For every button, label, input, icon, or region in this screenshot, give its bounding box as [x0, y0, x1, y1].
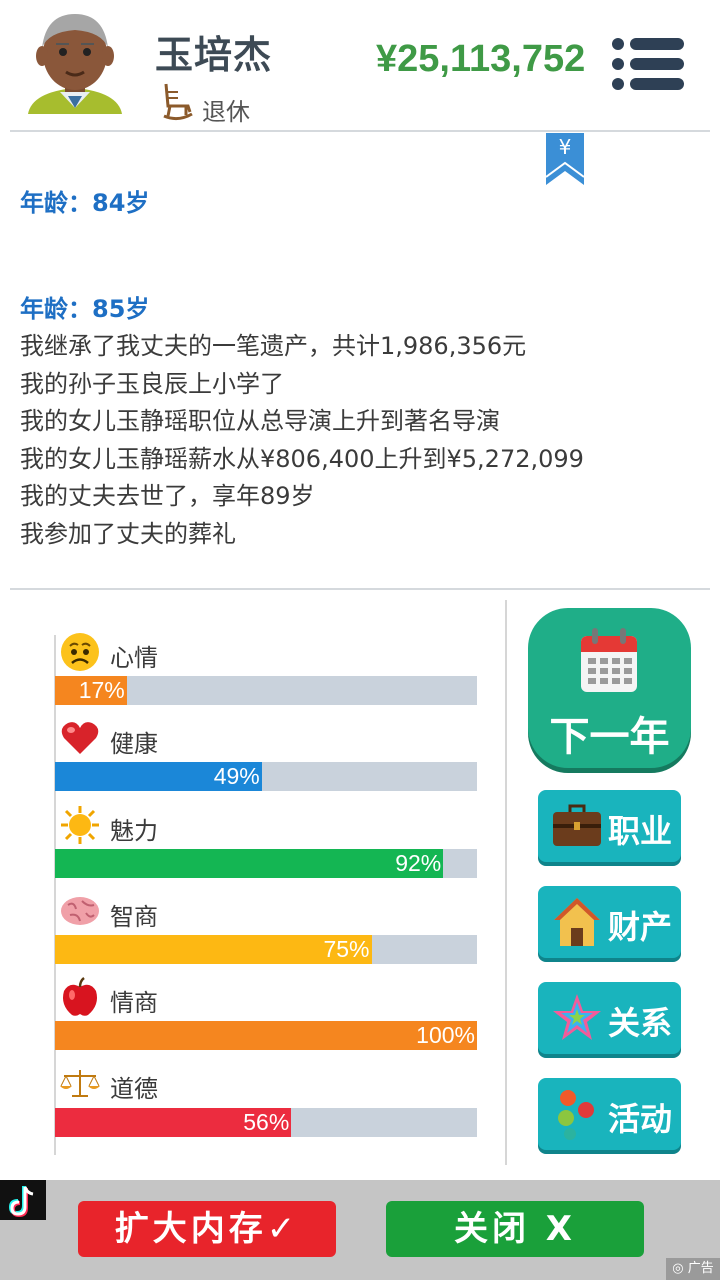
stats-axis	[54, 635, 56, 1155]
money-balance: ¥25,113,752	[376, 38, 586, 80]
stat-label-morality: 道德	[110, 1075, 158, 1103]
stat-percent: 49%	[213, 763, 260, 789]
header-divider	[10, 130, 710, 132]
next-year-button[interactable]: 下一年	[528, 608, 691, 768]
activities-button[interactable]: 活动	[538, 1078, 681, 1150]
close-ad-button[interactable]: 关闭 X	[386, 1201, 644, 1257]
stat-fill: 75%	[55, 935, 372, 964]
stat-bar-health: 49%	[55, 762, 477, 791]
stat-bar-charm: 92%	[55, 849, 477, 878]
bookmark-symbol: ¥	[558, 135, 572, 159]
stat-percent: 75%	[323, 936, 370, 962]
star-icon	[553, 994, 601, 1040]
stat-bar-iq: 75%	[55, 935, 477, 964]
stat-label-mood: 心情	[110, 644, 158, 672]
career-label: 职业	[608, 812, 673, 850]
panel-divider	[505, 600, 507, 1165]
next-year-label: 下一年	[549, 714, 670, 760]
stat-label-health: 健康	[110, 730, 158, 758]
activities-label: 活动	[608, 1100, 673, 1138]
expand-memory-button[interactable]: 扩大内存✓	[78, 1201, 336, 1257]
stat-percent: 56%	[243, 1109, 290, 1135]
log-event: 我继承了我丈夫的一笔遗产，共计1,986,356元	[20, 332, 527, 360]
ad-label: ◎ 广告	[666, 1258, 720, 1280]
life-status: 退休	[202, 98, 250, 126]
stat-fill: 56%	[55, 1108, 292, 1137]
avatar	[22, 8, 128, 120]
stat-fill: 100%	[55, 1021, 477, 1050]
stat-bar-morality: 56%	[55, 1108, 477, 1137]
scales-icon	[60, 1064, 100, 1104]
assets-button[interactable]: 财产	[538, 886, 681, 958]
age-heading: 年龄：85岁	[20, 294, 150, 323]
stat-bar-eq: 100%	[55, 1021, 477, 1050]
stat-bar-mood: 17%	[55, 676, 477, 705]
stat-fill: 92%	[55, 849, 444, 878]
sun-icon	[60, 805, 100, 845]
calendar-icon	[581, 628, 637, 692]
age-heading: 年龄：84岁	[20, 189, 150, 217]
assets-label: 财产	[608, 908, 673, 946]
stat-fill: 49%	[55, 762, 262, 791]
player-name: 玉培杰	[155, 33, 273, 77]
relations-label: 关系	[608, 1004, 673, 1042]
apple-icon	[60, 977, 100, 1017]
briefcase-icon	[553, 804, 601, 846]
activity-dots-icon	[558, 1090, 594, 1140]
stat-label-charm: 魅力	[110, 817, 158, 845]
life-log: 年龄：84岁 年龄：85岁 我继承了我丈夫的一笔遗产，共计1,986,356元 …	[20, 185, 700, 553]
stat-label-eq: 情商	[110, 989, 158, 1017]
stat-percent: 17%	[78, 677, 125, 703]
relations-button[interactable]: 关系	[538, 982, 681, 1054]
log-divider	[10, 588, 710, 590]
log-event: 我参加了丈夫的葬礼	[20, 519, 236, 548]
house-icon	[554, 898, 600, 946]
stat-fill: 17%	[55, 676, 127, 705]
log-event: 我的孙子玉良辰上小学了	[20, 369, 284, 398]
ad-label-text: 广告	[687, 1261, 714, 1276]
brain-icon	[60, 891, 100, 931]
stat-label-iq: 智商	[110, 903, 158, 931]
heart-icon	[60, 718, 100, 758]
stat-percent: 100%	[416, 1022, 475, 1048]
log-event: 我的女儿玉静瑶职位从总导演上升到著名导演	[20, 407, 500, 435]
rocking-chair-icon	[160, 82, 194, 122]
log-event: 我的女儿玉静瑶薪水从¥806,400上升到¥5,272,099	[20, 444, 584, 473]
bookmark-ribbon[interactable]: ¥	[545, 133, 585, 185]
log-event: 我的丈夫去世了，享年89岁	[20, 482, 315, 510]
career-button[interactable]: 职业	[538, 790, 681, 862]
stat-percent: 92%	[395, 850, 442, 876]
menu-button[interactable]	[610, 36, 686, 92]
menu-icon	[612, 38, 684, 90]
tiktok-icon[interactable]	[0, 1180, 46, 1220]
sad-face-icon	[60, 632, 100, 672]
